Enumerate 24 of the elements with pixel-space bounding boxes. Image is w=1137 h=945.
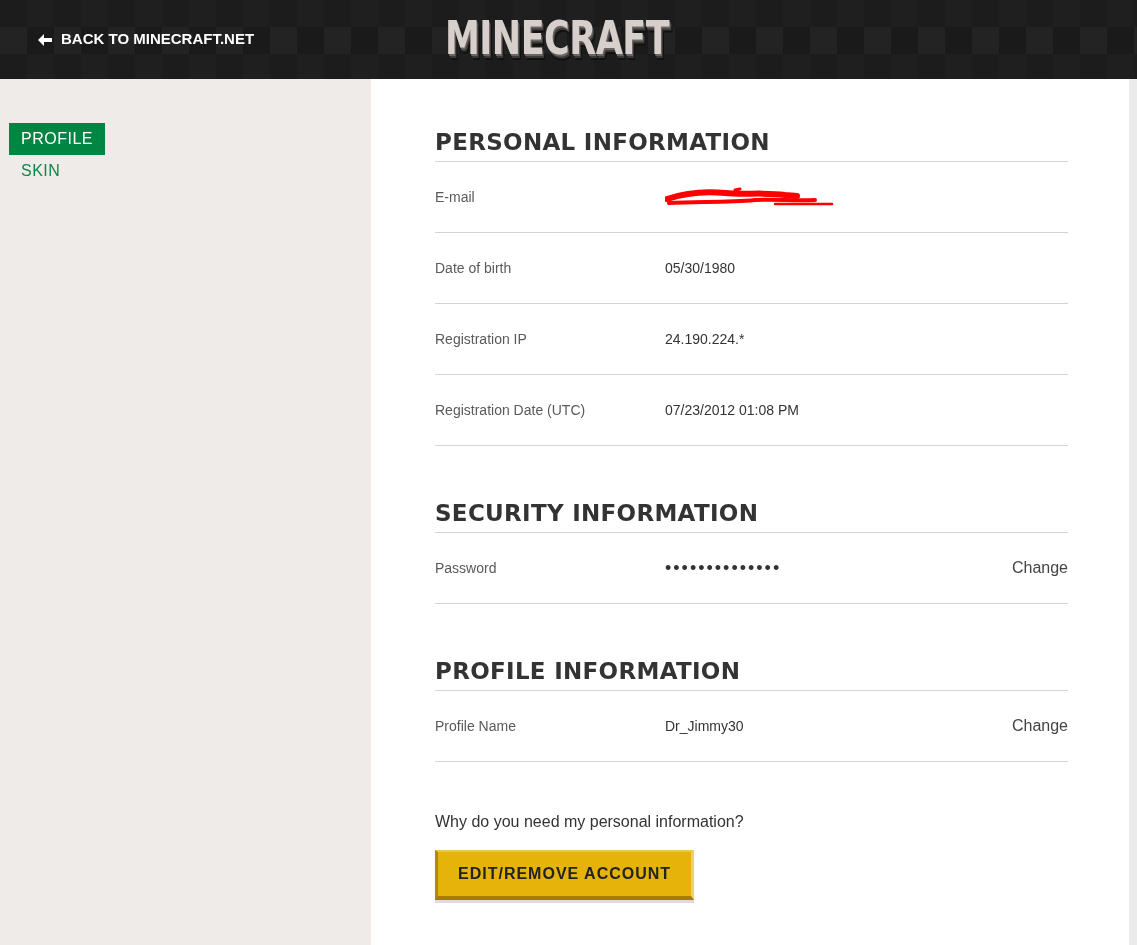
field-label: Registration Date (UTC) bbox=[435, 400, 587, 420]
field-label: Date of birth bbox=[435, 258, 513, 278]
sidebar-item[interactable]: PROFILE bbox=[9, 123, 105, 155]
back-arrow-icon bbox=[38, 32, 52, 47]
field-value: 07/23/2012 01:08 PM bbox=[665, 400, 799, 420]
field-label: Registration IP bbox=[435, 329, 528, 349]
field-value: 24.190.224.* bbox=[665, 329, 745, 349]
edit-remove-account-button[interactable]: EDIT/REMOVE ACCOUNT bbox=[435, 850, 695, 900]
section-heading: PROFILE INFORMATION bbox=[435, 657, 1068, 691]
field-label: E-mail bbox=[435, 187, 476, 207]
scrollbar[interactable] bbox=[1129, 79, 1137, 945]
section-heading: SECURITY INFORMATION bbox=[435, 499, 1068, 533]
field-value: 05/30/1980 bbox=[665, 258, 736, 278]
section-heading: PERSONAL INFORMATION bbox=[435, 128, 1068, 162]
field-label: Profile Name bbox=[435, 716, 517, 736]
back-link[interactable]: BACK TO MINECRAFT.NET bbox=[38, 28, 255, 51]
field-label: Password bbox=[435, 558, 498, 578]
sidebar-item[interactable]: SKIN bbox=[9, 155, 73, 187]
change-link[interactable]: Change bbox=[1011, 556, 1068, 580]
field-value: Dr_Jimmy30 bbox=[665, 716, 744, 736]
info-question-text: Why do you need my personal information? bbox=[435, 812, 745, 832]
masked-password: •••••••••••••• bbox=[665, 559, 782, 577]
change-link[interactable]: Change bbox=[1011, 714, 1068, 738]
logo[interactable]: MINECRAFT bbox=[445, 16, 670, 63]
